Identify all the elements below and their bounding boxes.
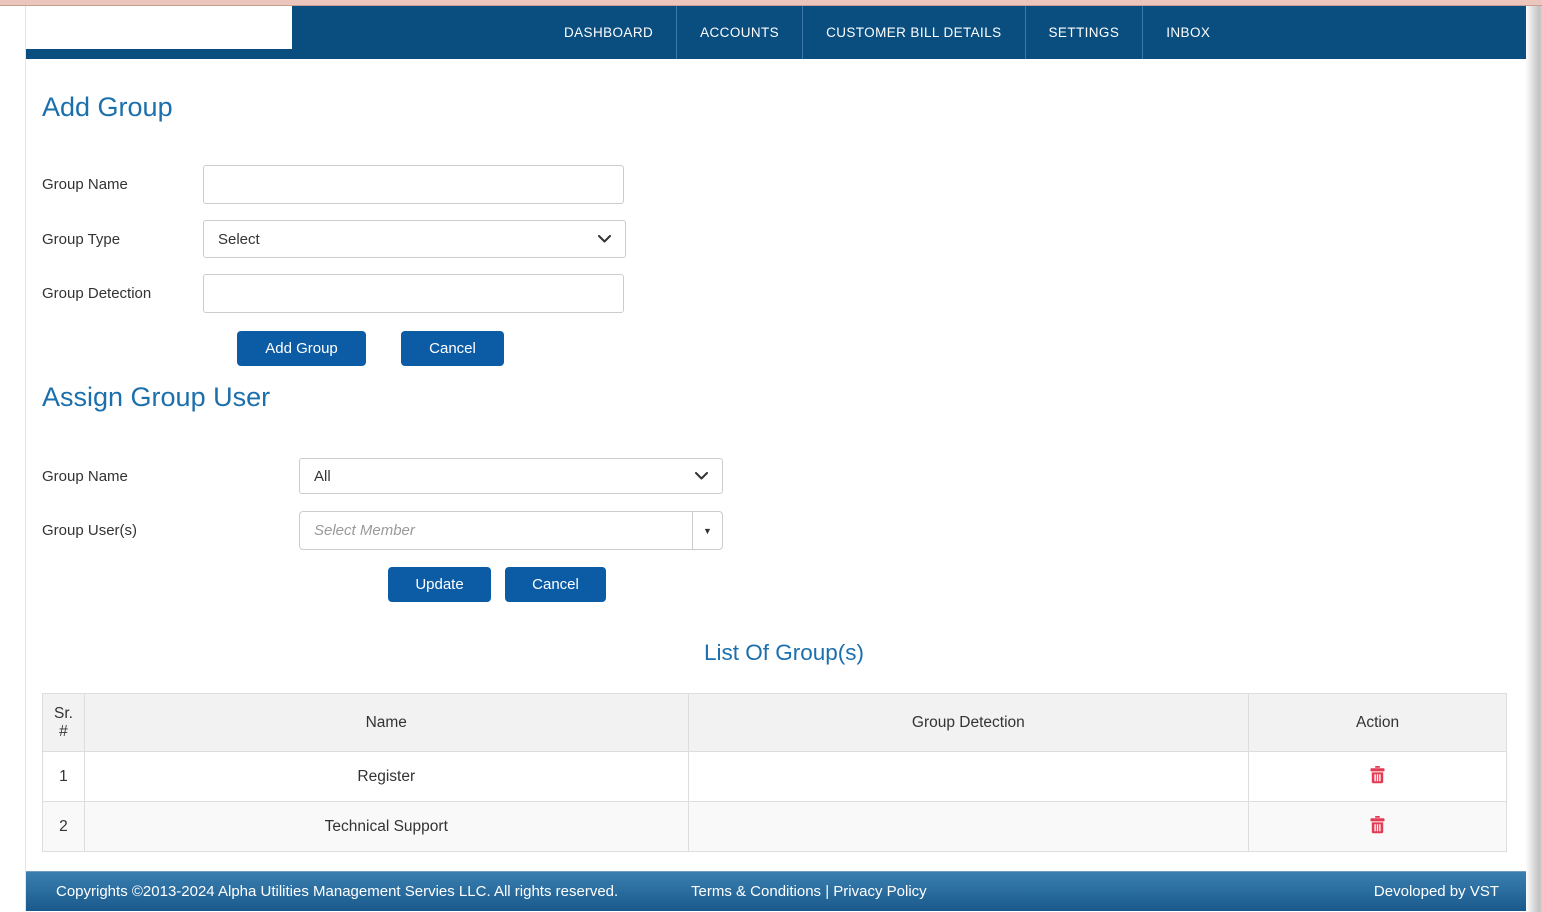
chevron-down-icon: [695, 472, 708, 480]
group-name-input[interactable]: [203, 165, 624, 204]
delete-group-button[interactable]: [1368, 814, 1387, 836]
group-users-row: Group User(s) ▼: [42, 511, 1526, 550]
group-type-row: Group Type Select: [42, 220, 1526, 258]
add-group-buttons: Add Group Cancel: [42, 331, 1526, 366]
group-detection-input[interactable]: [203, 274, 624, 313]
assign-group-title: Assign Group User: [42, 382, 1526, 413]
main-content: Add Group Group Name Group Type Select G…: [26, 59, 1526, 852]
cell-name: Technical Support: [84, 802, 688, 852]
nav-item-customer-bill-details[interactable]: CUSTOMER BILL DETAILS: [802, 6, 1024, 59]
group-detection-row: Group Detection: [42, 274, 1526, 313]
select-member-input[interactable]: [299, 511, 693, 550]
group-detection-label: Group Detection: [42, 285, 203, 302]
page-container: DASHBOARD ACCOUNTS CUSTOMER BILL DETAILS…: [25, 6, 1526, 911]
cell-name: Register: [84, 752, 688, 802]
header-action: Action: [1249, 694, 1507, 752]
add-group-title: Add Group: [42, 92, 1526, 123]
group-name-row: Group Name: [42, 165, 1526, 204]
delete-group-button[interactable]: [1368, 764, 1387, 786]
group-name-label: Group Name: [42, 176, 203, 193]
footer-link-separator: |: [821, 883, 833, 900]
group-type-select[interactable]: Select: [203, 220, 626, 258]
nav-item-accounts[interactable]: ACCOUNTS: [676, 6, 802, 59]
groups-list-title: List Of Group(s): [42, 640, 1526, 666]
assign-group-name-selected-value: All: [314, 468, 331, 485]
right-edge-gradient: [1526, 6, 1542, 912]
table-row: 2 Technical Support: [43, 802, 1507, 852]
group-type-label: Group Type: [42, 231, 203, 248]
cell-group-detection: [688, 802, 1249, 852]
member-combo: ▼: [299, 511, 723, 550]
header-group-detection: Group Detection: [688, 694, 1249, 752]
nav-item-inbox[interactable]: INBOX: [1142, 6, 1233, 59]
assign-group-name-label: Group Name: [42, 468, 299, 485]
chevron-down-icon: [598, 235, 611, 243]
groups-table: Sr. # Name Group Detection Action 1 Regi…: [42, 693, 1507, 852]
footer: Copyrights ©2013-2024 Alpha Utilities Ma…: [26, 871, 1526, 911]
cell-sr: 1: [43, 752, 85, 802]
copyright-text: Copyrights ©2013-2024 Alpha Utilities Ma…: [26, 883, 618, 900]
trash-icon: [1370, 766, 1385, 784]
add-group-button[interactable]: Add Group: [237, 331, 366, 366]
privacy-link[interactable]: Privacy Policy: [833, 883, 926, 900]
table-row: 1 Register: [43, 752, 1507, 802]
nav-item-dashboard[interactable]: DASHBOARD: [541, 6, 676, 59]
member-dropdown-button[interactable]: ▼: [693, 511, 723, 550]
group-type-selected-value: Select: [218, 231, 260, 248]
assign-group-buttons: Update Cancel: [42, 567, 1526, 602]
developer-credit: Devoloped by VST: [1374, 883, 1526, 900]
cell-action: [1249, 802, 1507, 852]
cell-group-detection: [688, 752, 1249, 802]
terms-link[interactable]: Terms & Conditions: [691, 883, 821, 900]
logo[interactable]: [26, 6, 292, 49]
trash-icon: [1370, 816, 1385, 834]
cell-sr: 2: [43, 802, 85, 852]
top-navbar: DASHBOARD ACCOUNTS CUSTOMER BILL DETAILS…: [26, 6, 1526, 59]
footer-links: Terms & Conditions | Privacy Policy: [691, 883, 927, 900]
assign-group-name-row: Group Name All: [42, 458, 1526, 494]
nav-menu: DASHBOARD ACCOUNTS CUSTOMER BILL DETAILS…: [541, 6, 1526, 59]
assign-group-name-select[interactable]: All: [299, 458, 723, 494]
caret-down-icon: ▼: [703, 526, 712, 536]
table-header-row: Sr. # Name Group Detection Action: [43, 694, 1507, 752]
add-group-cancel-button[interactable]: Cancel: [401, 331, 504, 366]
assign-cancel-button[interactable]: Cancel: [505, 567, 606, 602]
update-button[interactable]: Update: [388, 567, 491, 602]
nav-item-settings[interactable]: SETTINGS: [1025, 6, 1143, 59]
header-sr: Sr. #: [43, 694, 85, 752]
cell-action: [1249, 752, 1507, 802]
header-name: Name: [84, 694, 688, 752]
group-users-label: Group User(s): [42, 522, 299, 539]
